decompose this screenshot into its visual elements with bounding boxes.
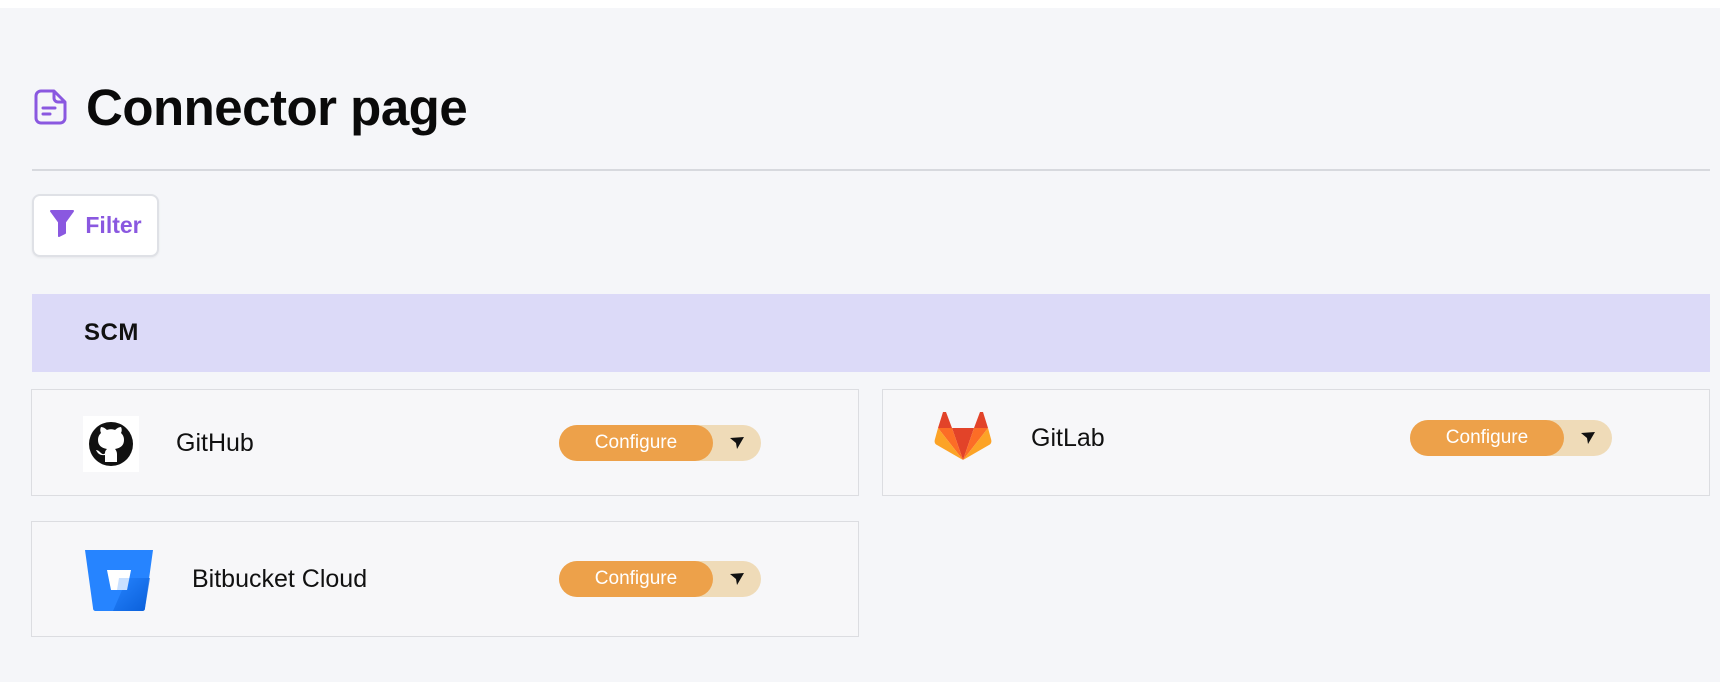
configure-split-button[interactable]: Configure — [559, 425, 761, 461]
section-label: SCM — [84, 319, 139, 346]
connector-card-gitlab: GitLab Configure — [882, 389, 1710, 496]
configure-button[interactable]: Configure — [559, 425, 713, 461]
connector-card-bitbucket: Bitbucket Cloud Configure — [31, 521, 859, 637]
page-header: Connector page — [32, 72, 468, 142]
page-title: Connector page — [86, 78, 468, 136]
connector-name: GitLab — [1031, 424, 1105, 452]
configure-button[interactable]: Configure — [559, 561, 713, 597]
dropdown-arrow-icon[interactable] — [713, 561, 761, 597]
header-divider — [32, 169, 1710, 171]
gitlab-icon — [934, 411, 992, 467]
dropdown-arrow-icon[interactable] — [1564, 420, 1612, 456]
filter-label: Filter — [85, 212, 142, 238]
configure-button[interactable]: Configure — [1410, 420, 1564, 456]
connector-card-github: GitHub Configure — [31, 389, 859, 496]
bitbucket-icon — [83, 548, 155, 617]
github-icon — [83, 416, 139, 477]
section-header-scm: SCM — [32, 294, 1710, 372]
connector-name: GitHub — [176, 429, 254, 457]
configure-split-button[interactable]: Configure — [559, 561, 761, 597]
filter-button[interactable]: Filter — [32, 194, 159, 257]
connector-name: Bitbucket Cloud — [192, 565, 368, 593]
document-icon — [32, 87, 70, 127]
configure-split-button[interactable]: Configure — [1410, 420, 1612, 456]
funnel-icon — [49, 209, 75, 242]
dropdown-arrow-icon[interactable] — [713, 425, 761, 461]
page: Connector page Filter SCM GitHub Configu… — [0, 8, 1720, 682]
